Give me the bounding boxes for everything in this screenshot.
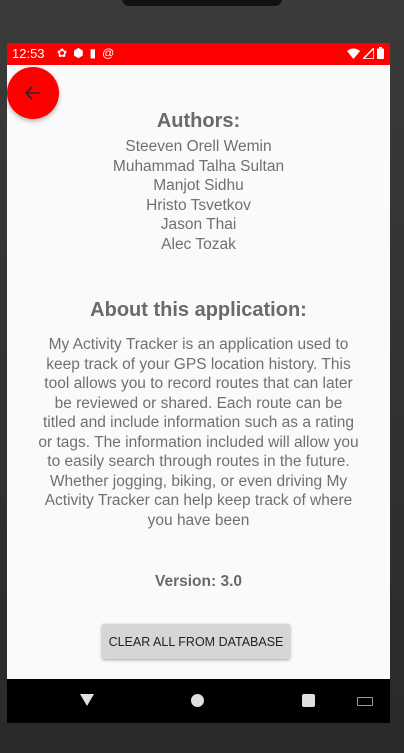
app-screen: 12:53 ✿ ⬢ ▮ @ Authors: Steeven Orell Wem… <box>7 43 390 723</box>
arrow-left-icon <box>25 86 40 100</box>
nav-recents-icon[interactable] <box>302 694 315 707</box>
author-name: Steeven Orell Wemin <box>125 138 272 155</box>
device-speaker <box>122 0 282 6</box>
nav-home-icon[interactable] <box>191 694 204 707</box>
sd-card-icon: ▮ <box>89 46 97 60</box>
author-name: Muhammad Talha Sultan <box>112 157 285 175</box>
status-notification-icons: ✿ ⬢ ▮ @ <box>57 46 114 60</box>
status-time: 12:53 <box>12 46 45 61</box>
wifi-icon <box>347 48 360 59</box>
version-label: Version: 3.0 <box>154 573 242 590</box>
about-description: My Activity Tracker is an application us… <box>38 336 359 529</box>
status-bar: 12:53 ✿ ⬢ ▮ @ <box>7 43 390 65</box>
author-name: Hristo Tsvetkov <box>146 196 251 214</box>
keyboard-icon[interactable] <box>357 697 373 706</box>
shield-icon: ⬢ <box>73 46 84 60</box>
signal-icon <box>363 47 374 59</box>
nav-back-icon[interactable] <box>80 694 94 706</box>
status-system-icons <box>347 47 384 59</box>
navigation-bar <box>7 679 390 723</box>
author-name: Jason Thai <box>160 216 237 233</box>
authors-heading: Authors: <box>156 110 241 132</box>
device-frame: 12:53 ✿ ⬢ ▮ @ Authors: Steeven Orell Wem… <box>0 0 404 753</box>
authors-list: Steeven Orell Wemin Muhammad Talha Sulta… <box>7 137 390 254</box>
about-heading: About this application: <box>90 299 307 321</box>
battery-icon <box>377 47 384 59</box>
at-icon: @ <box>102 46 115 60</box>
author-name: Alec Tozak <box>161 235 236 253</box>
settings-icon: ✿ <box>57 46 68 60</box>
author-name: Manjot Sidhu <box>153 177 244 194</box>
clear-database-button[interactable]: CLEAR ALL FROM DATABASE <box>102 624 290 659</box>
